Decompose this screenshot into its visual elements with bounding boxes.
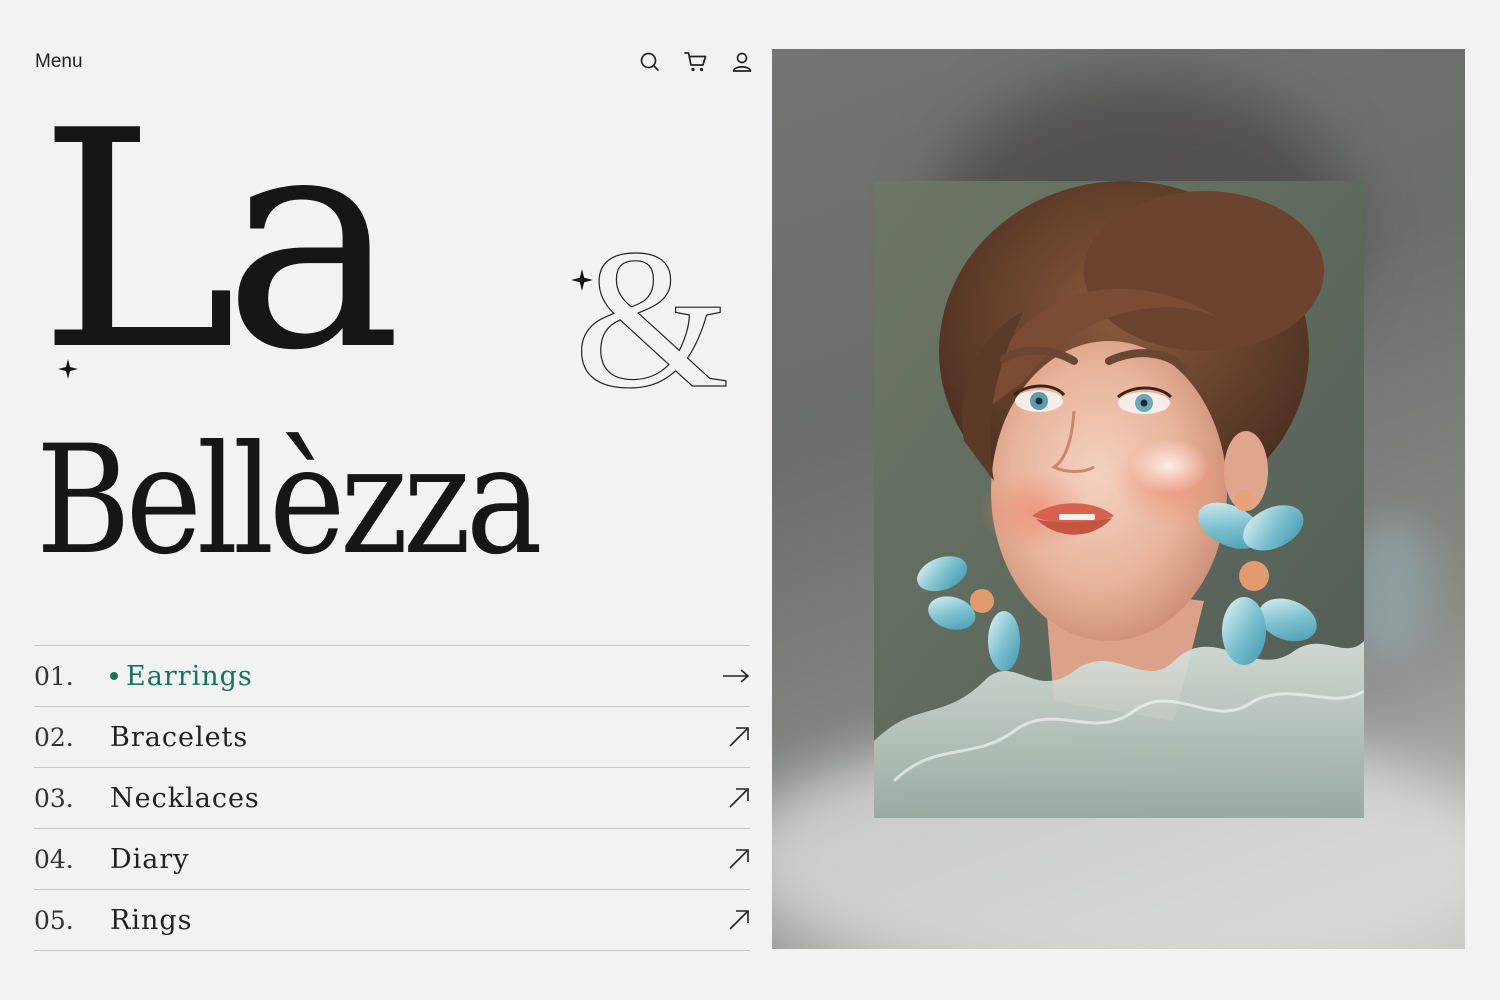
cart-icon[interactable] <box>684 48 708 76</box>
nav-item-label: Earrings <box>126 660 253 692</box>
arrow-up-right-icon[interactable] <box>722 784 750 812</box>
nav-item-label: Necklaces <box>110 782 260 814</box>
blurred-earring-shape <box>1352 519 1432 659</box>
sparkle-icon <box>571 269 593 291</box>
sparkle-icon <box>58 359 78 379</box>
nav-item-diary[interactable]: 04. Diary <box>34 829 750 890</box>
model-portrait-image <box>874 181 1364 818</box>
header-icons <box>638 48 754 76</box>
category-nav: 01. Earrings 02. Bracelets 03. Necklaces… <box>34 645 750 951</box>
nav-item-label: Diary <box>110 843 190 875</box>
arrow-up-right-icon[interactable] <box>722 906 750 934</box>
user-icon[interactable] <box>730 48 754 76</box>
arrow-up-right-icon[interactable] <box>722 723 750 751</box>
nav-item-number: 02. <box>34 722 74 752</box>
nav-item-label: Bracelets <box>110 721 249 753</box>
arrow-up-right-icon[interactable] <box>722 845 750 873</box>
nav-item-number: 04. <box>34 844 74 874</box>
nav-item-rings[interactable]: 05. Rings <box>34 890 750 951</box>
nav-item-number: 03. <box>34 783 74 813</box>
hero-background-image <box>772 49 1465 949</box>
nav-item-label: Rings <box>110 904 193 936</box>
search-icon[interactable] <box>638 48 662 76</box>
nav-item-label-wrap: Earrings <box>110 661 722 692</box>
brand-title-line2: Bellèzza <box>36 414 543 588</box>
nav-item-number: 05. <box>34 905 74 935</box>
nav-item-bracelets[interactable]: 02. Bracelets <box>34 707 750 768</box>
brand-title-line1: La <box>38 67 402 416</box>
active-dot-icon <box>110 672 118 680</box>
arrow-right-icon[interactable] <box>722 662 750 690</box>
nav-item-necklaces[interactable]: 03. Necklaces <box>34 768 750 829</box>
brand-ampersand: & <box>573 209 730 430</box>
nav-item-number: 01. <box>34 661 74 691</box>
nav-item-earrings[interactable]: 01. Earrings <box>34 646 750 707</box>
